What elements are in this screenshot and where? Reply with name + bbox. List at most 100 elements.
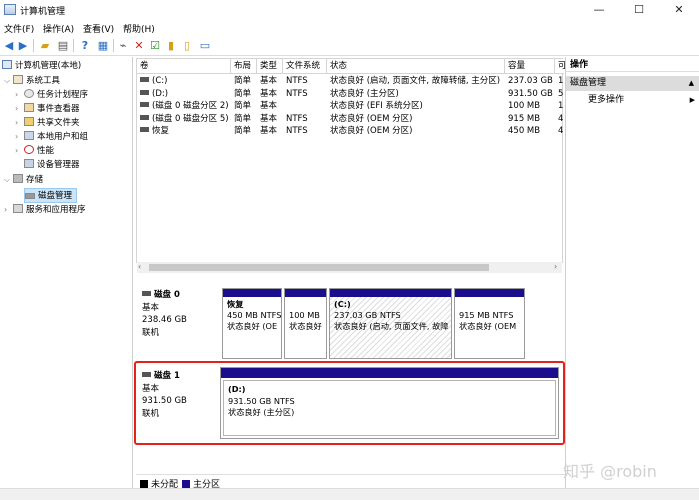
scroll-left-icon[interactable]: ‹ — [138, 262, 141, 271]
shared-folder-icon — [24, 117, 34, 126]
menu-view[interactable]: 查看(V) — [83, 22, 114, 35]
more-actions[interactable]: 更多操作 ▶ — [588, 94, 699, 107]
list-icon[interactable]: ▭ — [198, 39, 212, 52]
volume-icon — [140, 114, 149, 120]
collapse-icon[interactable]: ▲ — [689, 76, 694, 91]
primary-partition-bar — [330, 289, 451, 297]
column-capacity[interactable]: 容量 — [505, 59, 555, 74]
column-volume[interactable]: 卷 — [137, 59, 231, 74]
watermark: 知乎 @robin — [563, 462, 657, 481]
tree-root[interactable]: 计算机管理(本地) — [2, 59, 81, 74]
properties-icon[interactable]: ▦ — [96, 39, 110, 52]
clock-icon — [24, 89, 34, 98]
users-icon — [24, 131, 34, 140]
primary-partition-bar — [455, 289, 524, 297]
tree-item-task-scheduler[interactable]: › 任务计划程序 — [15, 88, 88, 103]
tree-item-storage[interactable]: ⌵ 存储 — [4, 173, 43, 188]
status-bar — [0, 488, 699, 500]
performance-icon — [24, 145, 34, 154]
column-free[interactable]: 可 — [555, 59, 567, 74]
volume-icon — [140, 89, 149, 95]
disk-size: 238.46 GB — [142, 315, 187, 325]
help-icon[interactable]: ? — [78, 39, 92, 52]
folder-icon[interactable]: ▰ — [38, 39, 52, 52]
column-filesystem[interactable]: 文件系统 — [283, 59, 327, 74]
unallocated-swatch — [140, 480, 148, 488]
chevron-right-icon[interactable]: › — [4, 203, 13, 218]
actions-header: 操作 — [566, 58, 699, 72]
event-icon — [24, 103, 34, 112]
disk-1-highlight-box — [134, 361, 565, 445]
partition-c[interactable]: (C:) 237.03 GB NTFS 状态良好 (启动, 页面文件, 故障 — [329, 288, 452, 359]
disk-icon — [142, 291, 151, 296]
menu-bar: 文件(F) 操作(A) 查看(V) 帮助(H) — [0, 20, 699, 36]
chevron-right-icon[interactable]: › — [15, 144, 24, 159]
volume-list: 卷 布局 类型 文件系统 状态 容量 可 (C:) 简单 基本 NTFS 状态良… — [136, 58, 567, 263]
tree-item-disk-management[interactable]: 磁盘管理 — [24, 188, 78, 203]
device-manager-icon — [24, 159, 34, 168]
disk-0-partitions: 恢复 450 MB NTFS 状态良好 (OE 100 MB 状态良好 (C:)… — [222, 288, 525, 359]
close-button[interactable]: ✕ — [659, 0, 699, 20]
volume-icon — [140, 102, 149, 107]
tree-item-shared-folders[interactable]: › 共享文件夹 — [15, 116, 80, 131]
tree-item-performance[interactable]: › 性能 — [15, 144, 54, 159]
tree-item-system-tools[interactable]: ⌵ 系统工具 — [4, 74, 60, 89]
forward-icon[interactable]: ▶ — [16, 39, 30, 52]
menu-file[interactable]: 文件(F) — [4, 22, 34, 35]
horizontal-scrollbar[interactable]: ‹ › — [137, 262, 562, 273]
column-status[interactable]: 状态 — [327, 59, 505, 74]
disk-icon — [25, 193, 35, 199]
open-icon[interactable]: ▮ — [164, 39, 178, 52]
volume-icon — [140, 77, 149, 82]
minimize-button[interactable]: — — [579, 0, 619, 20]
new-icon[interactable]: ▯ — [180, 39, 194, 52]
delete-icon[interactable]: ✕ — [132, 39, 146, 52]
partition-recovery[interactable]: 恢复 450 MB NTFS 状态良好 (OE — [222, 288, 282, 359]
primary-partition-bar — [223, 289, 281, 297]
partition-oem[interactable]: 915 MB NTFS 状态良好 (OEM — [454, 288, 525, 359]
chevron-right-icon[interactable]: › — [15, 102, 24, 117]
disk-status: 联机 — [142, 327, 160, 338]
maximize-button[interactable]: ☐ — [619, 0, 659, 20]
services-icon — [13, 204, 23, 213]
chevron-right-icon[interactable]: › — [15, 116, 24, 131]
computer-icon — [2, 60, 12, 69]
actions-section-disk-management[interactable]: 磁盘管理 ▲ — [566, 76, 699, 91]
tree-item-event-viewer[interactable]: › 事件查看器 — [15, 102, 80, 117]
menu-help[interactable]: 帮助(H) — [123, 22, 155, 35]
actions-pane: 操作 磁盘管理 ▲ 更多操作 ▶ — [565, 57, 699, 488]
chevron-right-icon[interactable]: › — [15, 130, 24, 145]
title-bar: 计算机管理 — ☐ ✕ — [0, 0, 699, 20]
tree-item-services[interactable]: › 服务和应用程序 — [4, 203, 86, 218]
menu-action[interactable]: 操作(A) — [43, 22, 74, 35]
disk-name: 磁盘 0 — [154, 290, 180, 300]
storage-icon — [13, 174, 23, 183]
primary-partition-swatch — [182, 480, 190, 488]
column-layout[interactable]: 布局 — [231, 59, 257, 74]
tree-item-device-manager[interactable]: 设备管理器 — [24, 158, 80, 173]
console-tree-icon[interactable]: ▤ — [56, 39, 70, 52]
disk-0-info[interactable]: 磁盘 0 基本 238.46 GB 联机 — [142, 289, 220, 339]
check-icon[interactable]: ☑ — [148, 39, 162, 52]
scrollbar-thumb[interactable] — [149, 264, 489, 271]
primary-partition-bar — [285, 289, 326, 297]
toolbar-separator — [113, 39, 114, 52]
disk-type: 基本 — [142, 302, 160, 313]
chevron-right-icon[interactable]: › — [15, 88, 24, 103]
window-title: 计算机管理 — [20, 7, 66, 17]
tree-item-local-users[interactable]: › 本地用户和组 — [15, 130, 88, 145]
tools-icon — [13, 75, 23, 84]
computer-management-icon — [4, 4, 16, 15]
chevron-down-icon[interactable]: ⌵ — [4, 173, 13, 188]
chevron-down-icon[interactable]: ⌵ — [4, 74, 13, 89]
volume-icon — [140, 127, 149, 132]
chevron-right-icon: ▶ — [689, 96, 695, 104]
partition-efi[interactable]: 100 MB 状态良好 — [284, 288, 327, 359]
back-icon[interactable]: ◀ — [2, 39, 16, 52]
toolbar-separator — [73, 39, 74, 52]
connect-icon[interactable]: ⌁ — [116, 39, 130, 52]
scroll-right-icon[interactable]: › — [554, 262, 557, 271]
column-type[interactable]: 类型 — [257, 59, 283, 74]
console-tree: 计算机管理(本地) ⌵ 系统工具 › 任务计划程序 › 事件查看器 › 共享文件夹 › 本… — [0, 57, 133, 488]
toolbar: ◀ ▶ ▰ ▤ ? ▦ ⌁ ✕ ☑ ▮ ▯ ▭ — [0, 36, 699, 56]
